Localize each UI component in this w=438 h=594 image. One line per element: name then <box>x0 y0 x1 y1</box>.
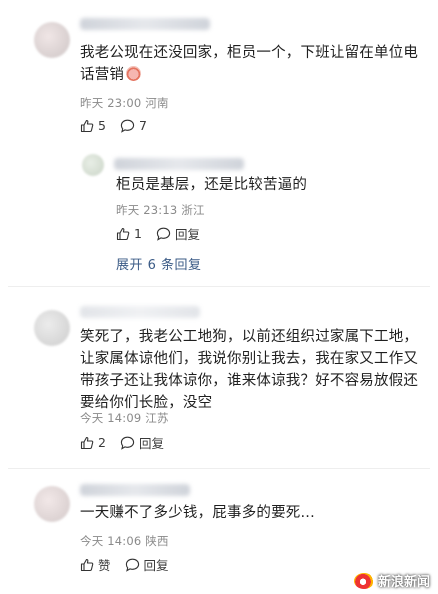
thumbs-up-icon <box>80 119 94 133</box>
watermark: 新浪新闻 <box>353 571 430 590</box>
thumbs-up-icon <box>80 436 94 450</box>
watermark-text: 新浪新闻 <box>377 575 430 590</box>
like-button[interactable]: 2 <box>80 435 106 450</box>
expand-replies-link[interactable]: 展开 6 条回复 <box>116 254 202 273</box>
reply-button[interactable]: 7 <box>120 118 147 133</box>
reply-like-button[interactable]: 1 <box>116 226 142 241</box>
comment-actions: 赞 回复 <box>80 555 169 574</box>
avatar[interactable] <box>34 310 70 346</box>
reply-button[interactable]: 回复 <box>125 555 169 574</box>
like-button[interactable]: 赞 <box>80 555 111 574</box>
thumbs-up-icon <box>80 558 94 572</box>
reply-reply-button[interactable]: 回复 <box>156 224 200 243</box>
comment-text: 一天赚不了多少钱，屁事多的要死... <box>80 505 315 521</box>
reply-count: 7 <box>138 118 147 133</box>
laugh-cry-emoji-icon <box>126 66 142 81</box>
username-blurred[interactable] <box>80 18 210 30</box>
divider <box>8 468 430 469</box>
reply-meta: 昨天 23:13 浙江 <box>116 203 205 217</box>
reply-avatar[interactable] <box>82 154 104 176</box>
comment-meta: 今天 14:09 江苏 <box>80 411 169 425</box>
divider <box>8 286 430 287</box>
speech-bubble-icon <box>125 558 140 572</box>
reply-username-blurred[interactable] <box>114 158 244 170</box>
comment-actions: 5 7 <box>80 118 147 133</box>
weibo-logo-icon <box>353 572 374 589</box>
like-count: 5 <box>98 118 106 133</box>
reply-button[interactable]: 回复 <box>120 433 164 452</box>
comment-actions: 2 回复 <box>80 433 164 452</box>
username-blurred[interactable] <box>80 306 200 318</box>
reply-actions: 1 回复 <box>116 224 200 243</box>
like-label: 赞 <box>98 558 111 573</box>
reply-label: 回复 <box>174 227 200 242</box>
avatar[interactable] <box>34 22 70 58</box>
reply-thread: 柜员是基层，还是比较苦逼的 昨天 23:13 浙江 1 回复 展开 6 条回复 <box>74 148 424 352</box>
like-count: 2 <box>98 435 106 450</box>
reply-label: 回复 <box>143 558 169 573</box>
username-blurred[interactable] <box>80 484 190 496</box>
speech-bubble-icon <box>156 227 171 241</box>
reply-text: 柜员是基层，还是比较苦逼的 <box>116 177 308 193</box>
comment-text: 我老公现在还没回家，柜员一个，下班让留在单位电话营销 <box>80 45 419 83</box>
like-button[interactable]: 5 <box>80 118 106 133</box>
thumbs-up-icon <box>116 227 130 241</box>
comment-meta: 今天 14:06 陕西 <box>80 534 169 548</box>
comment-text: 笑死了，我老公工地狗，以前还组织过家属下工地，让家属体谅他们，我说你别让我去，我… <box>80 329 419 411</box>
reply-like-count: 1 <box>134 226 142 241</box>
avatar[interactable] <box>34 486 70 522</box>
reply-label: 回复 <box>138 436 164 451</box>
comment-meta: 昨天 23:00 河南 <box>80 96 169 110</box>
speech-bubble-icon <box>120 436 135 450</box>
speech-bubble-icon <box>120 119 135 133</box>
